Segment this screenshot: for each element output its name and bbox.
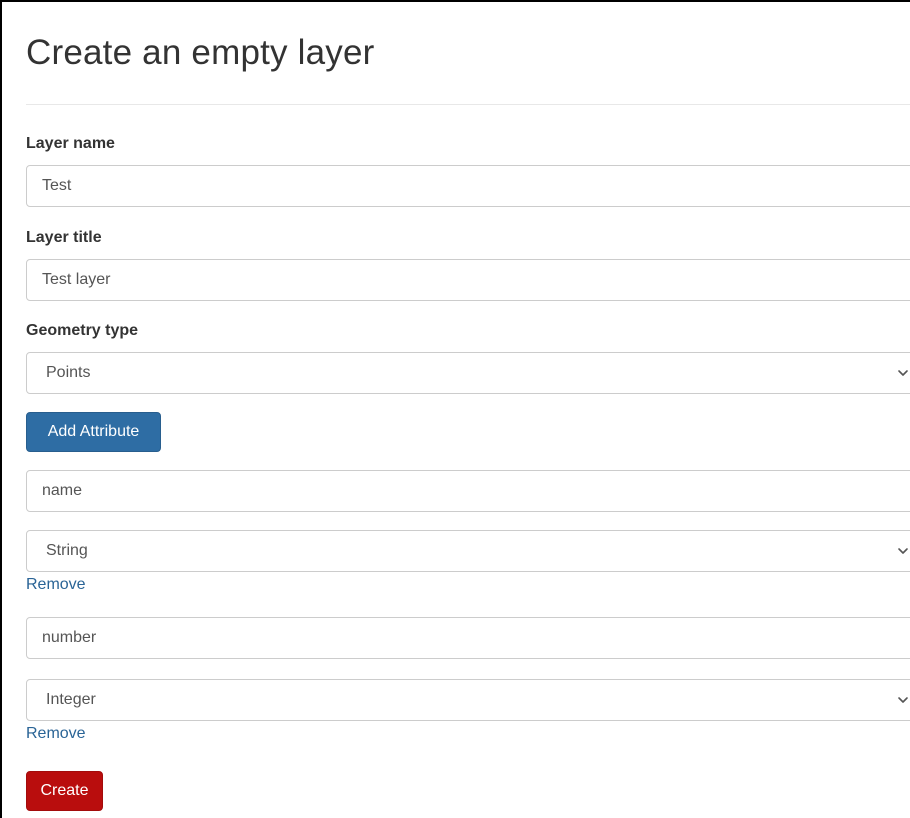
layer-name-input[interactable]: Test (26, 165, 910, 207)
attribute-type-value: Integer (46, 691, 96, 708)
layer-name-value: Test (42, 177, 72, 194)
attribute-name-input[interactable]: number (26, 617, 910, 659)
layer-title-label: Layer title (26, 229, 102, 246)
add-attribute-button[interactable]: Add Attribute (26, 412, 161, 452)
geometry-type-select[interactable]: Points (26, 352, 910, 394)
attribute-type-select[interactable]: String (26, 530, 910, 572)
remove-attribute-link[interactable]: Remove (26, 725, 86, 743)
remove-attribute-link[interactable]: Remove (26, 576, 86, 594)
chevron-down-icon (898, 548, 908, 554)
layer-title-input[interactable]: Test layer (26, 259, 910, 301)
chevron-down-icon (898, 697, 908, 703)
layer-title-value: Test layer (42, 271, 111, 288)
attribute-type-select[interactable]: Integer (26, 679, 910, 721)
page-title: Create an empty layer (26, 33, 375, 72)
attribute-name-value: number (42, 629, 97, 646)
geometry-type-label: Geometry type (26, 322, 139, 339)
attribute-name-input[interactable]: name (26, 470, 910, 512)
attribute-name-value: name (42, 482, 83, 499)
create-button[interactable]: Create (26, 771, 103, 811)
geometry-type-value: Points (46, 364, 91, 381)
title-divider (26, 104, 910, 105)
attribute-type-value: String (46, 542, 88, 559)
layer-name-label: Layer name (26, 135, 115, 152)
chevron-down-icon (898, 370, 908, 376)
